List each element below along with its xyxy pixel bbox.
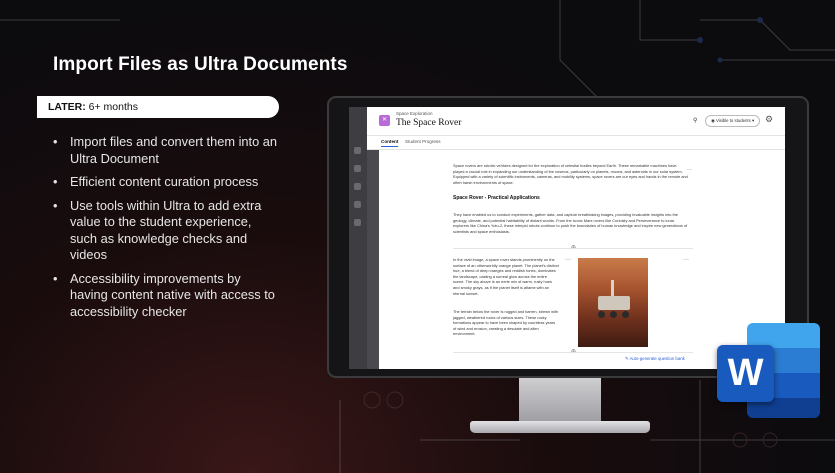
course-sidebar — [349, 107, 367, 369]
tab-student-progress[interactable]: Student Progress — [405, 139, 441, 144]
rover-wheel — [610, 311, 617, 318]
timeline-banner: LATER: 6+ months — [37, 96, 279, 118]
divider — [453, 352, 693, 353]
document-header: ✕ Space Exploration The Space Rover ⚲ ◉ … — [367, 107, 785, 136]
page-title: The Space Rover — [396, 118, 462, 128]
tab-content[interactable]: Content — [381, 139, 399, 147]
visibility-dropdown[interactable]: ◉ Visible to students ▾ — [705, 115, 761, 127]
text-block: They have enabled us to conduct experime… — [453, 212, 688, 234]
pin-icon[interactable]: ⚲ — [693, 117, 697, 124]
rover-wheel — [598, 311, 605, 318]
monitor-stand — [519, 378, 601, 424]
breadcrumb[interactable]: Space Exploration — [396, 111, 433, 116]
panel-shadow — [367, 149, 379, 369]
auto-generate-label: Auto-generate question bank — [629, 356, 685, 361]
text-block: In the vivid image, a space rover stands… — [453, 257, 559, 296]
list-item: Accessibility improvements by having con… — [53, 271, 278, 321]
nav-icon[interactable] — [354, 147, 361, 154]
list-item: Use tools within Ultra to add extra valu… — [53, 198, 278, 264]
nav-icon[interactable] — [354, 183, 361, 190]
section-heading: Space Rover - Practical Applications — [453, 195, 540, 201]
mars-rover-image — [578, 258, 648, 347]
nav-icon[interactable] — [354, 201, 361, 208]
text-block: The terrain below the rover is rugged an… — [453, 309, 559, 337]
slide: Import Files as Ultra Documents LATER: 6… — [0, 0, 835, 473]
slide-title: Import Files as Ultra Documents — [53, 54, 348, 75]
rover-mast — [611, 280, 614, 296]
document-icon: ✕ — [379, 115, 390, 126]
rover-body — [598, 296, 630, 310]
list-item: Import files and convert them into an Ul… — [53, 134, 278, 167]
more-icon[interactable]: ··· — [683, 257, 689, 263]
list-item: Efficient content curation process — [53, 174, 278, 191]
text-block: Space rovers are robotic vehicles design… — [453, 163, 688, 185]
divider — [453, 248, 693, 249]
word-logo-tile: W — [717, 345, 774, 402]
monitor-base — [470, 421, 650, 433]
visibility-label: Visible to students — [715, 118, 751, 123]
word-logo: W — [717, 323, 820, 418]
tab-bar: Content Student Progress — [367, 136, 785, 150]
banner-text: 6+ months — [85, 101, 138, 113]
nav-icon[interactable] — [354, 219, 361, 226]
banner-label: LATER: — [48, 101, 86, 113]
feature-list: Import files and convert them into an Ul… — [53, 134, 278, 327]
settings-icon[interactable]: ⚙ — [765, 114, 773, 125]
nav-icon[interactable] — [354, 165, 361, 172]
rover-wheel — [622, 311, 629, 318]
auto-generate-link[interactable]: ✎ Auto-generate question bank — [625, 356, 685, 362]
more-icon[interactable]: ··· — [686, 167, 692, 173]
more-icon[interactable]: ··· — [565, 257, 571, 263]
